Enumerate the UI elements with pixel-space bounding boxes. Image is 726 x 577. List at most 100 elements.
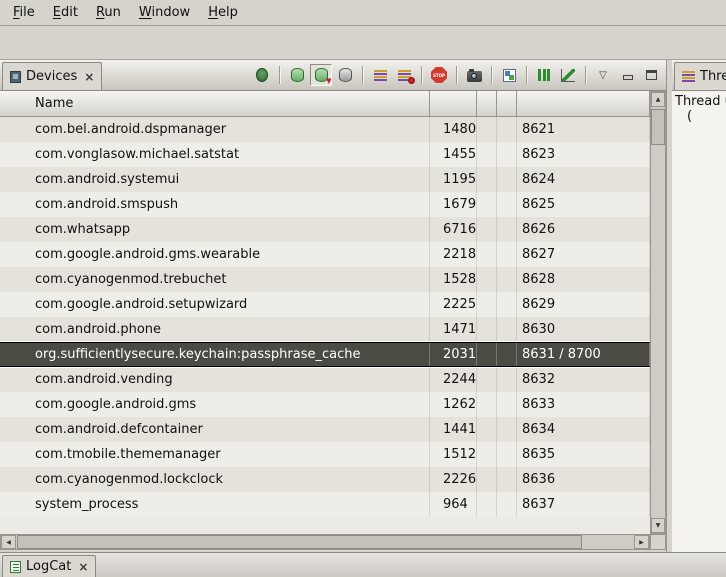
maximize-icon-button[interactable] (640, 64, 662, 86)
process-cell-4 (497, 167, 517, 192)
process-name: com.cyanogenmod.trebuchet (0, 267, 430, 292)
menu-window[interactable]: Window (130, 2, 199, 23)
process-name: com.android.phone (0, 317, 430, 342)
vertical-scrollbar[interactable]: ▲ ▼ (650, 91, 666, 534)
table-row[interactable]: com.android.vending 22440 8632 (0, 367, 650, 392)
process-cell-3 (477, 267, 497, 292)
vertical-scrollbar-thumb[interactable] (651, 109, 665, 145)
toolbar-separator (526, 66, 527, 84)
threads-tabbar: Threads (672, 60, 726, 91)
table-row[interactable]: com.cyanogenmod.trebuchet 1528 8628 (0, 267, 650, 292)
update-threads-icon-button[interactable] (369, 64, 391, 86)
stop-process-icon-button[interactable] (428, 64, 450, 86)
threads-content: Thread up ( (672, 91, 726, 552)
screen-capture-icon (467, 71, 482, 82)
table-row[interactable]: com.android.phone 1471 8630 (0, 317, 650, 342)
column-header-name[interactable]: Name (0, 91, 430, 116)
table-row[interactable]: system_process 964 8637 (0, 492, 650, 517)
debug-icon-button[interactable] (251, 64, 273, 86)
toolbar-separator (456, 66, 457, 84)
pixel-perfect-icon-button[interactable] (557, 64, 579, 86)
scroll-right-button[interactable]: ▶ (634, 535, 649, 549)
table-row[interactable]: com.vonglasow.michael.satstat 14553 8623 (0, 142, 650, 167)
process-cell-3 (477, 442, 497, 467)
process-cell-3 (477, 192, 497, 217)
process-port: 8636 (517, 467, 650, 492)
close-icon[interactable]: × (78, 560, 88, 574)
scroll-up-button[interactable]: ▲ (651, 92, 665, 107)
ddms-window: FileEditRunWindowHelp Devices × Name com… (0, 0, 726, 577)
column-header-3[interactable] (477, 91, 497, 116)
toolbar-separator (279, 66, 280, 84)
menu-help[interactable]: Help (199, 2, 247, 23)
view-menu-icon-button[interactable] (592, 64, 614, 86)
process-cell-4 (497, 492, 517, 517)
cause-gc-icon-button[interactable] (334, 64, 356, 86)
tracer-icon-button[interactable] (533, 64, 555, 86)
process-port: 8634 (517, 417, 650, 442)
devices-tabbar: Devices × (0, 60, 666, 91)
tracer-icon (538, 69, 550, 81)
update-threads-icon (374, 70, 387, 81)
table-row[interactable]: com.android.smspush 1679 8625 (0, 192, 650, 217)
horizontal-scrollbar[interactable]: ◀ ▶ (0, 534, 650, 550)
process-port: 8631 / 8700 (517, 343, 650, 366)
process-cell-4 (497, 267, 517, 292)
table-row[interactable]: com.google.android.gms.wearable 22185 86… (0, 242, 650, 267)
table-row[interactable]: com.android.systemui 1195 8624 (0, 167, 650, 192)
menu-edit[interactable]: Edit (44, 2, 87, 23)
table-row[interactable]: com.whatsapp 6716 8626 (0, 217, 650, 242)
scrollbar-corner (650, 534, 666, 550)
process-pid: 1471 (430, 317, 477, 342)
process-name: system_process (0, 492, 430, 517)
process-cell-4 (497, 192, 517, 217)
screen-capture-icon-button[interactable] (463, 64, 485, 86)
dump-hprof-icon-button[interactable] (310, 64, 332, 86)
table-row[interactable]: com.android.defcontainer 14411 8634 (0, 417, 650, 442)
process-pid: 1195 (430, 167, 477, 192)
scroll-down-button[interactable]: ▼ (651, 518, 665, 533)
table-row[interactable]: org.sufficientlysecure.keychain:passphra… (0, 342, 650, 367)
process-name: com.android.systemui (0, 167, 430, 192)
process-port: 8625 (517, 192, 650, 217)
column-header-pid[interactable] (430, 91, 477, 116)
process-pid: 22185 (430, 242, 477, 267)
hierarchy-view-icon-button[interactable] (498, 64, 520, 86)
process-port: 8624 (517, 167, 650, 192)
toolbar-separator (421, 66, 422, 84)
column-header-port[interactable] (517, 91, 650, 116)
menu-file[interactable]: File (4, 2, 44, 23)
minimize-icon-button[interactable] (616, 64, 638, 86)
process-port: 8621 (517, 117, 650, 142)
menubar: FileEditRunWindowHelp (0, 0, 726, 26)
up-arrow-icon: ▲ (656, 96, 661, 103)
pixel-perfect-icon (561, 69, 575, 82)
horizontal-scrollbar-thumb[interactable] (17, 535, 582, 549)
tab-threads[interactable]: Threads (674, 62, 726, 90)
table-row[interactable]: com.tmobile.thememanager 1512 8635 (0, 442, 650, 467)
logcat-bar: LogCat × (0, 552, 726, 577)
threads-message-line2: ( (672, 109, 726, 124)
tab-logcat[interactable]: LogCat × (2, 555, 96, 577)
tab-devices[interactable]: Devices × (2, 62, 102, 90)
table-row[interactable]: com.google.android.gms 12623 8633 (0, 392, 650, 417)
scroll-left-button[interactable]: ◀ (1, 535, 16, 549)
process-cell-4 (497, 343, 517, 366)
method-profiling-icon-button[interactable] (393, 64, 415, 86)
close-icon[interactable]: × (84, 70, 94, 84)
table-body: com.bel.android.dspmanager 1480 8621 com… (0, 117, 650, 517)
menu-run[interactable]: Run (87, 2, 130, 23)
table-row[interactable]: com.cyanogenmod.lockclock 22265 8636 (0, 467, 650, 492)
table-row[interactable]: com.bel.android.dspmanager 1480 8621 (0, 117, 650, 142)
process-cell-3 (477, 217, 497, 242)
update-heap-icon-button[interactable] (286, 64, 308, 86)
table-row[interactable]: com.google.android.setupwizard 22250 862… (0, 292, 650, 317)
process-pid: 12623 (430, 392, 477, 417)
process-cell-4 (497, 317, 517, 342)
process-pid: 14553 (430, 142, 477, 167)
column-header-4[interactable] (497, 91, 517, 116)
process-cell-4 (497, 217, 517, 242)
tab-threads-label: Threads (700, 69, 726, 84)
down-arrow-icon: ▼ (656, 522, 661, 529)
update-heap-icon (291, 68, 304, 82)
